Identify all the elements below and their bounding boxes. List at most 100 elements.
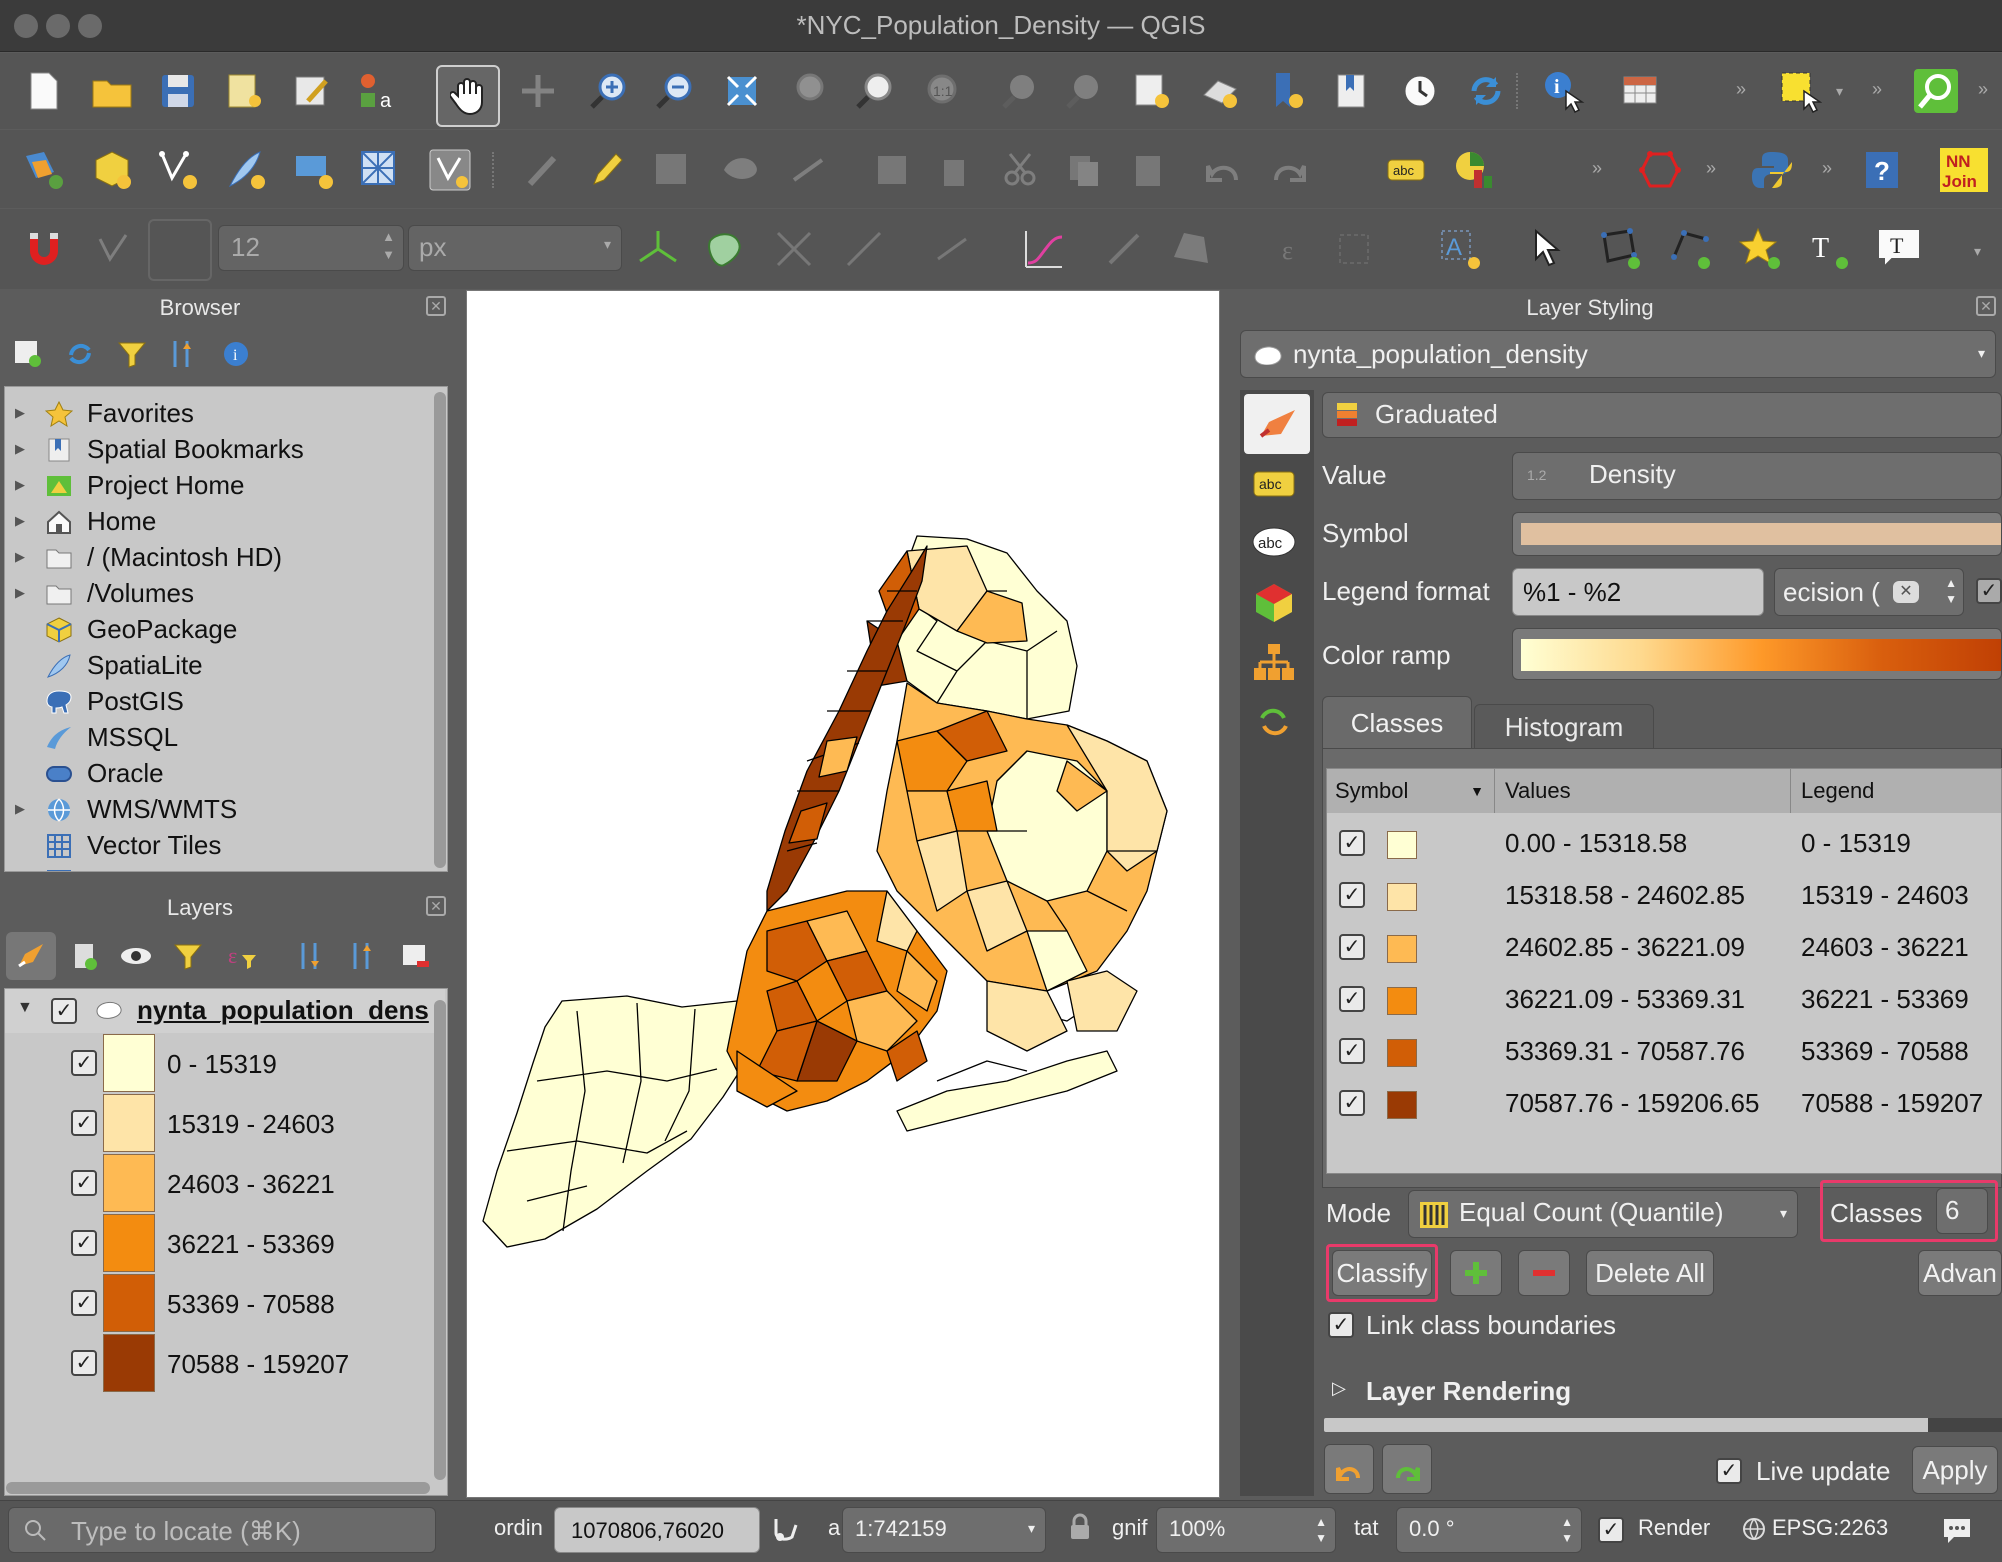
apply-button[interactable]: Apply: [1912, 1446, 1998, 1494]
layout-manager-icon[interactable]: [288, 67, 336, 115]
legend-format-input[interactable]: %1 - %2: [1512, 568, 1764, 616]
open-project-icon[interactable]: [88, 67, 136, 115]
filter-by-expression-icon[interactable]: ε: [218, 932, 266, 980]
value-select[interactable]: 1.2 Density: [1512, 452, 2002, 500]
snapping-magnet-icon[interactable]: [20, 225, 68, 273]
class-row-legend[interactable]: 24603 - 36221: [1801, 921, 1969, 973]
browser-item[interactable]: Vector Tiles: [5, 827, 445, 863]
zoom-to-selection-icon[interactable]: [784, 67, 832, 115]
cut-features-icon[interactable]: [996, 146, 1044, 194]
class-visibility-checkbox[interactable]: ✓: [71, 1110, 97, 1136]
expand-layer-rendering-icon[interactable]: ▷: [1332, 1378, 1346, 1399]
class-row-symbol[interactable]: [1387, 1091, 1417, 1119]
reshape-features-icon[interactable]: [1168, 225, 1216, 273]
browser-item[interactable]: SpatiaLite: [5, 647, 445, 683]
tab-histogram[interactable]: Histogram: [1474, 704, 1654, 748]
trim-checkbox[interactable]: ✓: [1976, 578, 2002, 604]
precision-spinbox[interactable]: ecision ( ✕ ▲ ▼: [1774, 568, 1964, 616]
class-row-values[interactable]: 24602.85 - 36221.09: [1505, 921, 1745, 973]
labels-tab-icon[interactable]: abc: [1250, 460, 1298, 508]
browser-item[interactable]: Oracle: [5, 755, 445, 791]
digitize-shape-icon[interactable]: [1636, 146, 1684, 194]
new-print-layout-icon[interactable]: [220, 67, 268, 115]
class-table-row[interactable]: ✓ 15318.58 - 24602.85 15319 - 24603: [1327, 869, 2001, 921]
class-row-symbol[interactable]: [1387, 883, 1417, 911]
expand-arrow-icon[interactable]: ▶: [15, 575, 25, 611]
undo-icon[interactable]: [1200, 146, 1248, 194]
new-project-icon[interactable]: [20, 67, 68, 115]
label-toolbar-icon[interactable]: A: [1436, 225, 1484, 273]
browser-item[interactable]: ▶ / (Macintosh HD): [5, 539, 445, 575]
split-features-icon[interactable]: [1330, 225, 1378, 273]
layer-row[interactable]: ▼ ✓ nynta_population_dens: [5, 989, 445, 1033]
redo-icon[interactable]: [1264, 146, 1312, 194]
new-map-view-icon[interactable]: [1128, 67, 1176, 115]
expand-arrow-icon[interactable]: ▶: [15, 503, 25, 539]
class-table-row[interactable]: ✓ 53369.31 - 70587.76 53369 - 70588: [1327, 1025, 2001, 1077]
live-update-checkbox[interactable]: ✓: [1716, 1458, 1742, 1484]
layer-rendering-header[interactable]: Layer Rendering: [1366, 1376, 1571, 1407]
add-polygon-feature-icon[interactable]: [716, 146, 764, 194]
new-spatialite-layer-icon[interactable]: [222, 146, 270, 194]
delete-selected-icon[interactable]: [930, 146, 978, 194]
class-visibility-checkbox[interactable]: ✓: [71, 1350, 97, 1376]
messages-icon[interactable]: [1940, 1513, 1974, 1547]
filter-legend-icon[interactable]: [166, 932, 210, 980]
crs-globe-icon[interactable]: [1742, 1517, 1766, 1541]
class-visibility-checkbox[interactable]: ✓: [71, 1050, 97, 1076]
class-row-symbol[interactable]: [1387, 987, 1417, 1015]
masks-tab-icon[interactable]: abc: [1250, 518, 1298, 566]
select-features-icon[interactable]: [1776, 67, 1824, 115]
coordinate-field[interactable]: 1070806,76020: [554, 1507, 760, 1553]
tracing-icon[interactable]: [770, 225, 818, 273]
map-canvas[interactable]: [466, 290, 1220, 1498]
select-annotation-icon[interactable]: [1524, 225, 1572, 273]
offset-curve-icon[interactable]: [1100, 225, 1148, 273]
expand-all-icon[interactable]: [290, 932, 334, 980]
styling-close-icon[interactable]: ✕: [1976, 296, 1996, 316]
layer-diagram-icon[interactable]: [1450, 146, 1498, 194]
class-row-legend[interactable]: 15319 - 24603: [1801, 869, 1969, 921]
diagrams-tab-icon[interactable]: [1250, 638, 1298, 686]
link-class-boundaries-checkbox[interactable]: ✓: [1328, 1312, 1354, 1338]
add-class-button[interactable]: [1450, 1250, 1502, 1296]
expand-arrow-icon[interactable]: ▶: [15, 395, 25, 431]
column-header-symbol[interactable]: Symbol ▼: [1327, 769, 1495, 813]
renderer-select[interactable]: Graduated: [1322, 392, 2002, 438]
create-line-annotation-icon[interactable]: [1666, 225, 1714, 273]
class-row-symbol[interactable]: [1387, 935, 1417, 963]
delete-all-button[interactable]: Delete All: [1586, 1250, 1714, 1296]
collapse-all-layers-icon[interactable]: [342, 932, 386, 980]
new-3d-map-view-icon[interactable]: [1196, 67, 1244, 115]
browser-item[interactable]: ▶ Project Home: [5, 467, 445, 503]
class-row-values[interactable]: 15318.58 - 24602.85: [1505, 869, 1745, 921]
class-visibility-checkbox[interactable]: ✓: [71, 1230, 97, 1256]
new-shapefile-layer-icon[interactable]: [154, 146, 202, 194]
symbol-button[interactable]: [1512, 512, 2002, 556]
undo-style-button[interactable]: [1324, 1444, 1374, 1494]
open-layer-styling-icon[interactable]: [6, 932, 56, 980]
class-row-checkbox[interactable]: ✓: [1339, 934, 1365, 960]
properties-info-icon[interactable]: i: [214, 332, 258, 376]
toggle-editing-icon[interactable]: [582, 146, 630, 194]
class-row-values[interactable]: 0.00 - 15318.58: [1505, 817, 1687, 869]
temporal-controller-icon[interactable]: [1396, 67, 1444, 115]
rotation-spinbox[interactable]: 0.0 ° ▲ ▼: [1396, 1507, 1582, 1553]
expand-arrow-icon[interactable]: ▶: [15, 431, 25, 467]
browser-item[interactable]: PostGIS: [5, 683, 445, 719]
color-ramp-button[interactable]: [1512, 628, 2002, 680]
expand-arrow-icon[interactable]: ▶: [15, 791, 25, 827]
snap-unit-select[interactable]: px ▾: [408, 225, 622, 271]
class-row-values[interactable]: 70587.76 - 159206.65: [1505, 1077, 1759, 1129]
zoom-native-icon[interactable]: 1:1: [916, 67, 964, 115]
new-spatial-bookmark-icon[interactable]: [1262, 67, 1310, 115]
self-snapping-icon[interactable]: [840, 225, 888, 273]
browser-item[interactable]: ▶ WMS/WMTS: [5, 791, 445, 827]
expand-arrow-icon[interactable]: ▶: [15, 539, 25, 575]
class-table-row[interactable]: ✓ 24602.85 - 36221.09 24603 - 36221: [1327, 921, 2001, 973]
browser-item[interactable]: ▶ Spatial Bookmarks: [5, 431, 445, 467]
zoom-last-icon[interactable]: [996, 67, 1044, 115]
pan-map-icon[interactable]: [436, 65, 500, 127]
class-row-checkbox[interactable]: ✓: [1339, 1090, 1365, 1116]
browser-item[interactable]: MSSQL: [5, 719, 445, 755]
